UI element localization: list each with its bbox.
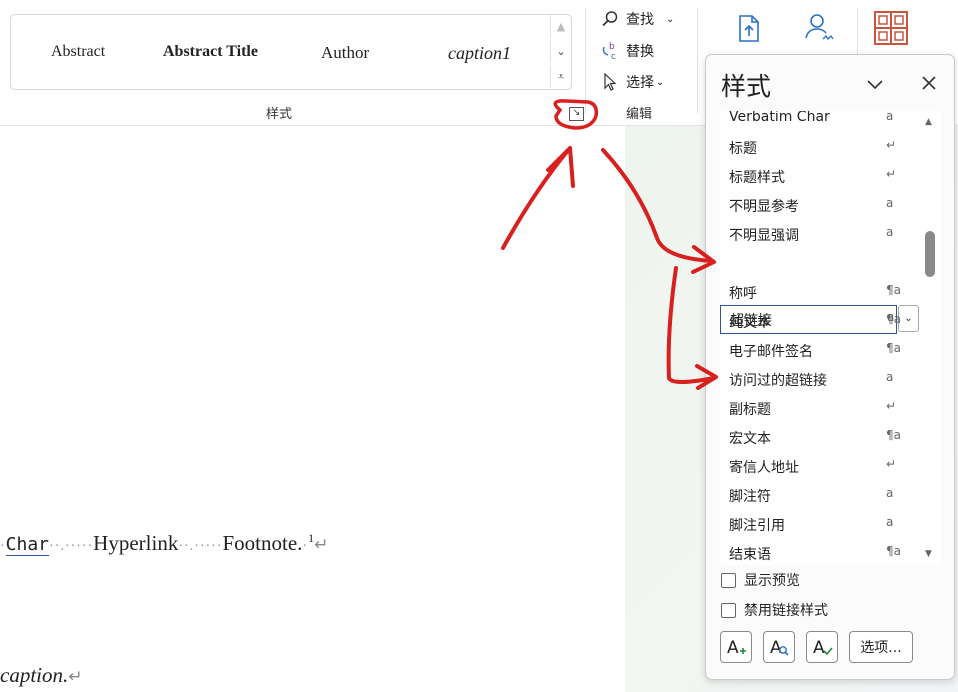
formatting-mark: ··.····· [49, 539, 94, 554]
style-list-item[interactable]: 纯文本 ¶a [720, 307, 902, 335]
styles-group-label: 样式 [266, 107, 293, 122]
close-icon[interactable] [918, 72, 940, 94]
document-line-caption: caption.↵ [0, 663, 83, 688]
replace-icon: bc [600, 41, 620, 61]
style-type-icon: ¶a [886, 544, 901, 558]
select-label: 选择 [626, 75, 654, 91]
style-type-icon: a [886, 515, 894, 529]
scroll-up-icon[interactable]: ▲ [925, 117, 932, 127]
styles-pane: 样式 Verbatim Char a 标题 ↵ 标题样式 ↵ 不明显参考 a 不明显强调… [705, 54, 955, 680]
style-list-item[interactable]: 脚注符 a [720, 481, 902, 509]
formatting-mark: ··.····· [178, 539, 223, 554]
gallery-more-icon[interactable]: ⩡ [550, 65, 571, 88]
style-type-icon: ¶a [886, 283, 901, 297]
style-type-icon: a [886, 225, 894, 239]
style-type-icon: ¶a [886, 341, 901, 355]
ribbon-divider [585, 8, 586, 114]
gallery-scroll-up-icon[interactable]: ▲ [550, 15, 571, 38]
hyperlink-text: Hyperlink [93, 531, 179, 555]
style-list-item[interactable]: 副标题 ↵ [720, 394, 902, 422]
style-type-icon: ↵ [886, 167, 897, 181]
ribbon-divider [697, 8, 698, 114]
document-page[interactable]: ·Char··.·····Hyperlink··.·····Footnote.·… [0, 126, 625, 692]
document-line-char-hyperlink: ·Char··.·····Hyperlink··.·····Footnote.·… [0, 531, 328, 556]
formatting-mark: · [0, 539, 6, 554]
style-author[interactable]: Author [321, 43, 369, 63]
scrollbar-thumb[interactable] [925, 231, 935, 277]
style-list-item[interactable]: 宏文本 ¶a [720, 423, 902, 451]
share-document-icon[interactable] [735, 14, 763, 48]
checkbox-box[interactable] [721, 602, 736, 618]
show-preview-label: 显示预览 [744, 573, 800, 589]
verbatim-char-text: Char [5, 534, 50, 556]
style-inspector-icon: A [770, 638, 789, 658]
style-type-icon: a [886, 370, 894, 384]
paragraph-mark-icon: ↵ [314, 535, 329, 554]
chevron-down-icon: ⌄ [656, 76, 665, 88]
style-list-item[interactable]: 标题 ↵ [720, 133, 902, 161]
style-caption1[interactable]: caption1 [448, 43, 511, 64]
svg-text:c: c [611, 52, 616, 61]
style-type-icon: ¶a [886, 428, 901, 442]
style-list-item[interactable]: 称呼 ¶a [720, 278, 902, 306]
style-list-item[interactable]: 寄信人地址 ↵ [720, 452, 902, 480]
svg-text:b: b [609, 42, 615, 52]
style-list-item[interactable]: Verbatim Char a [720, 111, 902, 132]
style-type-icon: ↵ [886, 399, 897, 413]
paragraph-mark-icon: ↵ [68, 667, 83, 686]
gallery-scroll-down-icon[interactable]: ⌄ [550, 40, 571, 63]
search-icon [600, 10, 620, 28]
replace-label: 替换 [626, 44, 654, 60]
style-abstract[interactable]: Abstract [51, 43, 105, 61]
style-list-item[interactable]: 不明显强调 a [720, 220, 902, 248]
style-abstract-title[interactable]: Abstract Title [163, 43, 258, 61]
styles-dialog-launcher-icon[interactable]: ↘ [569, 107, 584, 121]
find-label: 查找 [626, 12, 654, 28]
manage-styles-icon: A [813, 638, 833, 658]
style-inspector-button[interactable]: A [763, 631, 795, 663]
pane-options-chevron-icon[interactable] [864, 73, 886, 95]
style-type-icon: ↵ [886, 138, 897, 152]
style-list-item[interactable]: 电子邮件签名 ¶a [720, 336, 902, 364]
checkbox-box[interactable] [721, 572, 736, 588]
cursor-arrow-icon [600, 73, 620, 91]
style-type-icon: a [886, 196, 894, 210]
user-signature-icon[interactable] [803, 12, 837, 48]
find-button[interactable]: 查找 ⌄ [600, 8, 674, 30]
style-gallery: Abstract Abstract Title Author caption1 … [10, 14, 572, 90]
style-type-icon: a [886, 486, 894, 500]
style-type-icon: ↵ [886, 457, 897, 471]
styles-pane-title: 样式 [721, 72, 772, 101]
style-type-icon: ¶a [886, 312, 901, 326]
layout-grid-icon[interactable] [873, 10, 909, 50]
style-list-item[interactable]: 不明显参考 a [720, 191, 902, 219]
svg-text:A: A [727, 638, 739, 658]
editing-group-label: 编辑 [626, 107, 653, 122]
caption-text: caption. [0, 663, 69, 687]
show-preview-checkbox[interactable]: 显示预览 [721, 570, 941, 590]
replace-button[interactable]: bc 替换 [600, 40, 654, 62]
footnote-text: Footnote. [222, 531, 303, 555]
disable-linked-styles-checkbox[interactable]: 禁用链接样式 [721, 600, 941, 620]
style-list[interactable]: Verbatim Char a 标题 ↵ 标题样式 ↵ 不明显参考 a 不明显强调 a 超… [720, 111, 941, 565]
style-list-item[interactable]: 脚注引用 a [720, 510, 902, 538]
new-style-icon: A [727, 638, 746, 658]
new-style-button[interactable]: A [720, 631, 752, 663]
scroll-down-icon[interactable]: ▼ [925, 549, 932, 559]
chevron-down-icon: ⌄ [666, 13, 675, 25]
disable-linked-styles-label: 禁用链接样式 [744, 603, 828, 619]
style-type-icon: a [886, 111, 894, 123]
style-list-item[interactable]: 标题样式 ↵ [720, 162, 902, 190]
style-list-item[interactable]: 结束语 ¶a [720, 539, 902, 565]
style-list-item[interactable]: 访问过的超链接 a [720, 365, 902, 393]
select-button[interactable]: 选择 ⌄ [600, 71, 664, 93]
svg-text:A: A [813, 638, 825, 658]
manage-styles-button[interactable]: A [806, 631, 838, 663]
options-button[interactable]: 选项... [849, 631, 913, 663]
